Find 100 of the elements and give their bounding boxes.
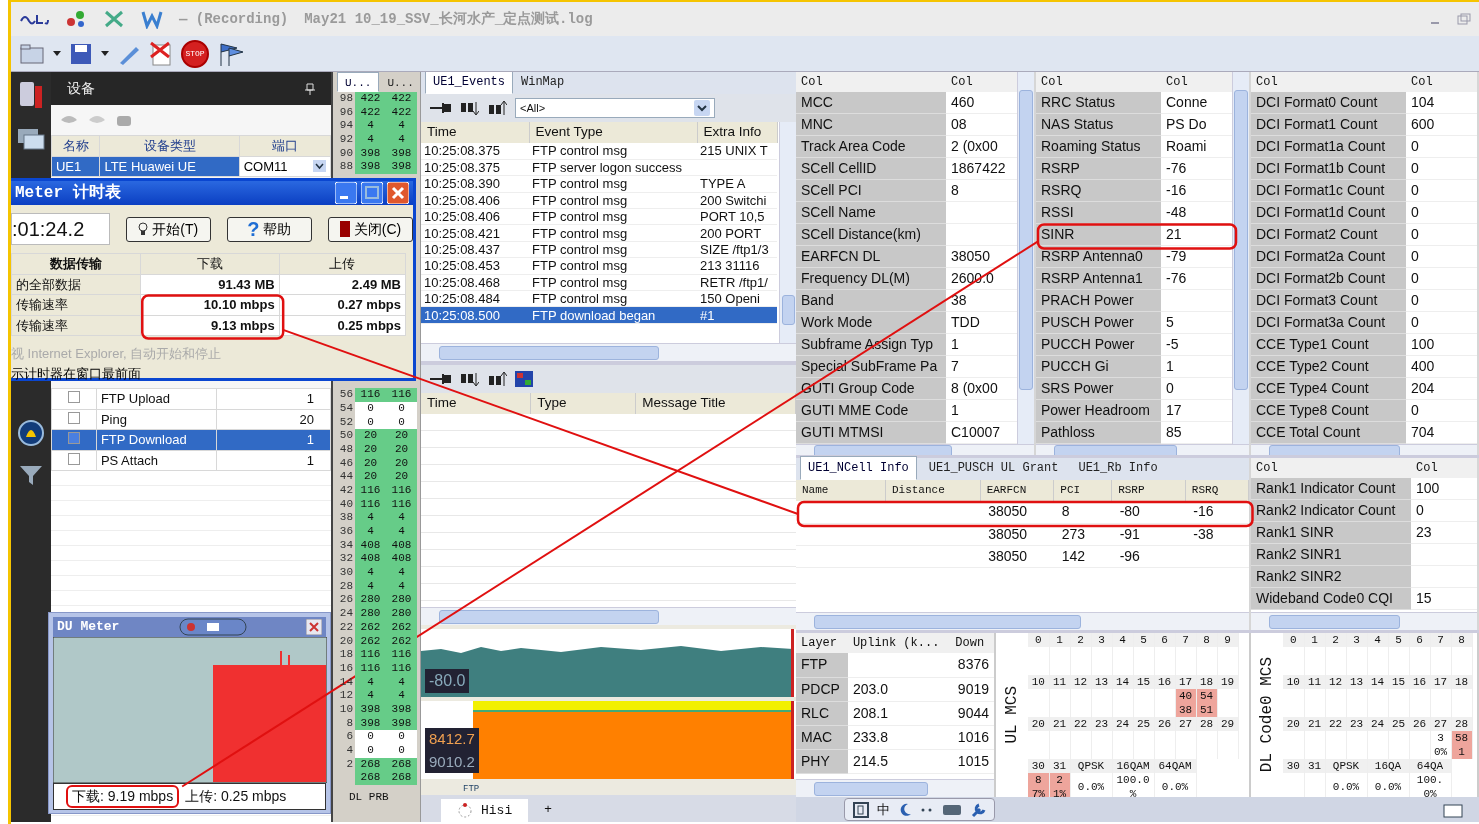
tab[interactable]: UE1_Rb Info [1070,456,1166,480]
column-number: 2 [1325,633,1346,647]
row-number: 10 [338,702,354,717]
tab[interactable]: UE1_Events [425,72,513,94]
tab[interactable]: UE1_PUSCH UL Grant [920,456,1067,480]
minimize-button[interactable] [335,182,357,204]
task-row[interactable]: FTP Upload 1 [51,388,331,409]
download-rate: 下载: 9.19 mbps [72,788,174,804]
prb-cell: 4 [355,566,386,580]
column-tab[interactable]: U... [379,72,422,92]
property-value: 400 [1406,355,1477,378]
row-number: 24 [338,607,354,621]
property-name: DCI Format2 Count [1251,223,1406,246]
property-value: 600 [1406,113,1477,136]
pin-icon[interactable] [429,101,451,115]
task-checkbox[interactable] [67,411,80,424]
task-checkbox[interactable] [67,452,80,465]
funnel-icon[interactable] [17,463,44,487]
p-box-icon[interactable] [853,801,869,818]
vertical-scrollbar[interactable] [1017,72,1034,444]
horizontal-scrollbar[interactable] [421,343,796,361]
find-down-icon[interactable] [459,370,479,388]
event-row[interactable]: 10:25:08.406 FTP control msg 200 Switchi [421,192,777,209]
network-cards-icon[interactable] [16,126,45,152]
prb-cell: 268 [386,771,417,786]
color-grid-icon[interactable] [515,371,533,387]
column-number: 30 [1028,759,1049,773]
prb-cell: 0 [355,744,386,758]
event-row[interactable]: 10:25:08.437 FTP control msg SIZE /ftp1/3 [421,241,777,258]
keyboard-icon[interactable] [942,803,962,816]
tab[interactable]: WinMap [513,72,573,94]
column-number: 31 [1304,759,1325,773]
column-tab[interactable]: U... [337,72,380,92]
horizontal-scrollbar[interactable] [796,612,1249,630]
find-up-icon[interactable] [487,99,507,117]
filter-dropdown[interactable]: <All> [515,98,715,118]
event-row[interactable]: 10:25:08.406 FTP control msg PORT 10,5 [421,208,777,225]
column-number: 0 [1283,633,1304,647]
find-down-icon[interactable] [459,99,479,117]
maximize-button[interactable] [361,182,383,204]
option-label[interactable]: 示计时器在窗口最前面 [11,363,413,383]
bottom-tab[interactable]: Hisi [441,799,529,822]
task-row[interactable]: Ping 20 [51,409,331,430]
stop-button[interactable]: STOP [181,39,209,68]
property-name: Band [796,289,946,312]
event-row[interactable]: 10:25:08.390 FTP control msg TYPE A [421,175,777,193]
alarm-bell-icon[interactable] [16,419,45,447]
event-row[interactable]: 10:25:08.421 FTP control msg 200 PORT [421,224,777,242]
save-icon[interactable] [69,41,93,66]
event-row[interactable]: 10:25:08.453 FTP control msg 213 31116 [421,257,777,275]
property-name: RSSI [1036,201,1161,224]
horizontal-scrollbar[interactable] [421,607,796,626]
tab[interactable]: UE1_NCell Info [800,456,917,480]
dropdown-caret-icon[interactable] [101,50,109,57]
column-number: 13 [1091,675,1112,689]
close-button[interactable] [306,618,322,635]
task-checkbox[interactable] [67,432,80,444]
event-row[interactable]: 10:25:08.468 FTP control msg RETR /ftp1/ [421,274,777,291]
horizontal-scrollbar[interactable] [1251,612,1477,630]
window-controls-icon[interactable] [178,617,247,636]
close-button[interactable]: 关闭(C) [327,216,413,242]
property-name: Rank2 SINR2 [1251,565,1411,588]
mcs-value: 54 [1196,689,1217,703]
folder-icon[interactable] [1443,801,1463,818]
prb-cell: 4 [355,689,386,703]
vertical-scrollbar[interactable] [779,122,796,343]
column-header: 下载 [140,253,280,274]
add-tab-button[interactable]: + [544,798,552,822]
log-file-icon[interactable] [149,40,173,67]
event-row[interactable]: 10:25:08.375 FTP server logon success [421,159,777,176]
dropdown-caret-icon [694,100,710,116]
wrench-icon[interactable] [970,801,986,818]
help-button[interactable]: ? 帮助 [226,216,312,242]
task-row[interactable]: PS Attach 1 [51,450,331,471]
dots-icon[interactable] [920,806,934,813]
task-row[interactable]: FTP Download 1 [51,429,331,450]
event-row[interactable]: 10:25:08.484 FTP control msg 150 Openi [421,290,777,307]
find-up-icon[interactable] [487,370,507,388]
ime-mode-toggle[interactable]: 中 [877,799,890,820]
vertical-scrollbar[interactable] [1232,72,1249,444]
dropdown-caret-icon[interactable] [53,50,61,57]
column-header: Col [1161,72,1232,92]
table-cell: 38050 [980,523,1054,545]
column-number: 8 [1196,633,1217,647]
event-row[interactable]: 10:25:08.500 FTP download began #1 [421,306,777,324]
door-icon [339,221,350,237]
start-button[interactable]: 开始(T) [125,216,211,242]
column-number: 26 [1154,717,1175,731]
horizontal-scrollbar[interactable] [796,779,994,797]
column-number: 16 [1154,675,1175,689]
table-cell: 38050 [980,501,1054,523]
column-header: Message Title [635,393,796,414]
column-number: 8 [1451,633,1472,647]
pin-icon[interactable] [429,372,451,386]
row-number: 96 [338,105,354,120]
task-checkbox[interactable] [67,391,80,403]
folder-icon[interactable] [19,41,45,66]
moon-icon[interactable] [898,802,912,817]
property-name: EARFCN DL [796,245,946,268]
event-row[interactable]: 10:25:08.375 FTP control msg 215 UNIX T [421,143,777,160]
